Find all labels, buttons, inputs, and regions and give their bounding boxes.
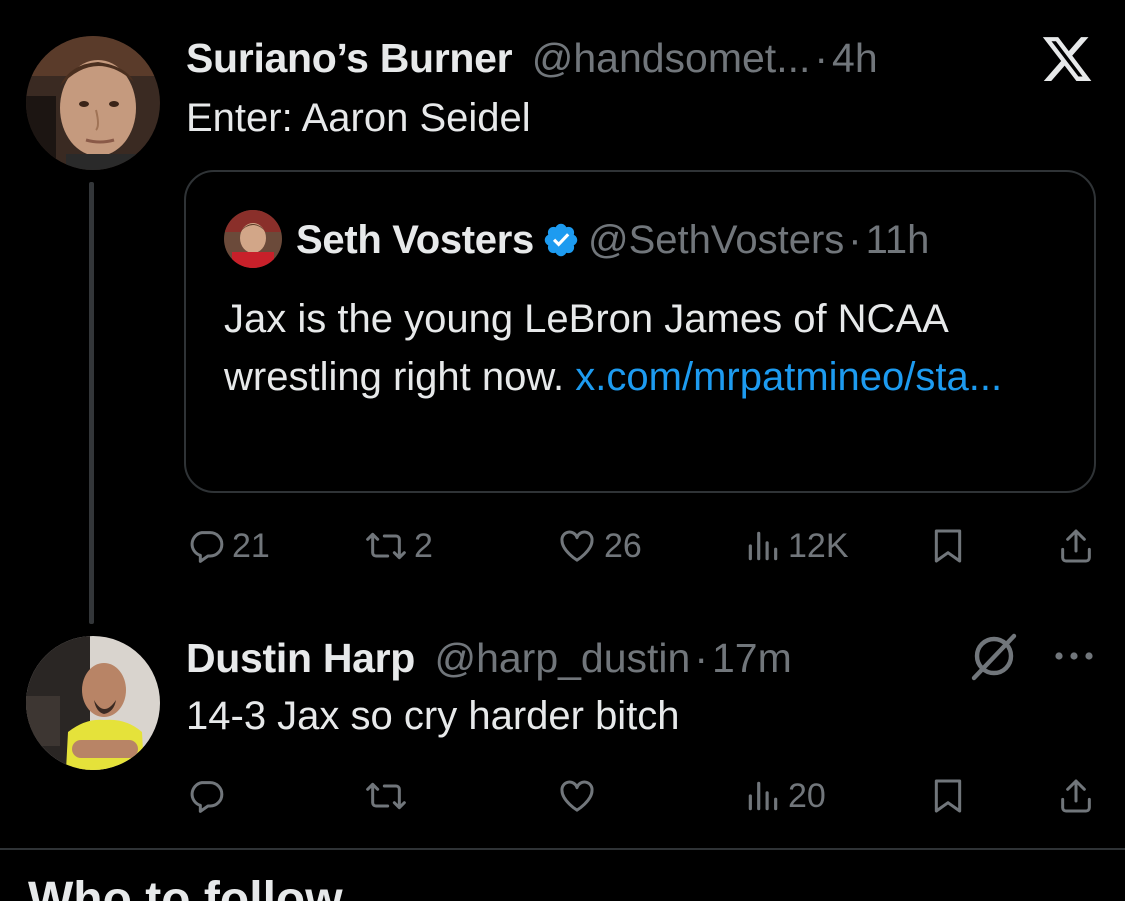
separator-dot: · — [848, 218, 862, 262]
author-handle[interactable]: @handsomet... — [532, 35, 811, 81]
grok-icon[interactable] — [966, 630, 1022, 682]
section-divider — [0, 848, 1125, 850]
tweet-text: Enter: Aaron Seidel — [186, 96, 531, 140]
views-count: 20 — [788, 777, 826, 815]
share-icon — [1061, 779, 1091, 813]
like-icon — [560, 530, 594, 562]
like-button[interactable] — [556, 776, 598, 816]
user-photo — [26, 36, 160, 170]
tweet-timestamp[interactable]: 17m — [712, 635, 792, 681]
author-name[interactable]: Dustin Harp — [186, 635, 415, 681]
more-icon[interactable] — [1052, 646, 1096, 666]
repost-button[interactable]: 2 — [364, 526, 433, 566]
bookmark-button[interactable] — [928, 776, 968, 816]
repost-count: 2 — [414, 527, 433, 565]
thread-connector-line — [89, 182, 94, 624]
avatar[interactable] — [26, 36, 160, 170]
views-icon — [748, 781, 778, 811]
bookmark-icon — [934, 529, 962, 563]
quote-link[interactable]: x.com/mrpatmineo/sta... — [575, 355, 1002, 399]
views-count: 12K — [788, 527, 849, 565]
user-photo — [224, 210, 282, 268]
quote-tweet-card[interactable]: Seth Vosters @SethVosters · 11h Jax is the… — [184, 170, 1096, 493]
share-button[interactable] — [1056, 526, 1096, 566]
reply-button[interactable]: 21 — [186, 526, 270, 566]
repost-icon — [366, 532, 406, 560]
tweet-header: Suriano’s Burner @handsomet...·4h — [186, 34, 878, 82]
tweet-timestamp[interactable]: 4h — [832, 35, 878, 81]
section-heading: Who to follow — [28, 873, 343, 901]
verified-badge-icon — [544, 223, 578, 257]
reply-button[interactable] — [186, 776, 226, 816]
reply-icon — [190, 531, 224, 563]
quote-author-name[interactable]: Seth Vosters — [296, 218, 534, 262]
user-photo — [26, 636, 160, 770]
views-button[interactable]: 12K — [744, 526, 849, 566]
reply-count: 21 — [232, 527, 270, 565]
author-name[interactable]: Suriano’s Burner — [186, 35, 513, 81]
views-icon — [748, 531, 778, 561]
views-button[interactable]: 20 — [744, 776, 826, 816]
share-icon — [1061, 529, 1091, 563]
author-handle[interactable]: @harp_dustin — [434, 635, 690, 681]
separator-dot: · — [814, 35, 829, 81]
reply-icon — [190, 781, 224, 813]
timeline: Suriano’s Burner @handsomet...·4h Enter:… — [0, 0, 1125, 901]
tweet-text: 14-3 Jax so cry harder bitch — [186, 694, 680, 738]
bookmark-icon — [934, 779, 962, 813]
share-button[interactable] — [1056, 776, 1096, 816]
repost-icon — [366, 782, 406, 810]
quote-author-handle[interactable]: @SethVosters — [588, 218, 844, 262]
quote-avatar — [224, 210, 282, 268]
quote-header: Seth Vosters @SethVosters · 11h — [296, 216, 929, 264]
tweet-header: Dustin Harp @harp_dustin·17m — [186, 634, 792, 682]
x-logo-icon[interactable] — [1040, 32, 1094, 86]
like-icon — [560, 780, 594, 812]
repost-button[interactable] — [364, 776, 408, 816]
like-button[interactable]: 26 — [556, 526, 642, 566]
quote-timestamp[interactable]: 11h — [866, 218, 930, 262]
avatar[interactable] — [26, 636, 160, 770]
quote-text-block: Jax is the young LeBron James of NCAA wr… — [224, 290, 1064, 406]
bookmark-button[interactable] — [928, 526, 968, 566]
separator-dot: · — [694, 635, 708, 681]
like-count: 26 — [604, 527, 642, 565]
